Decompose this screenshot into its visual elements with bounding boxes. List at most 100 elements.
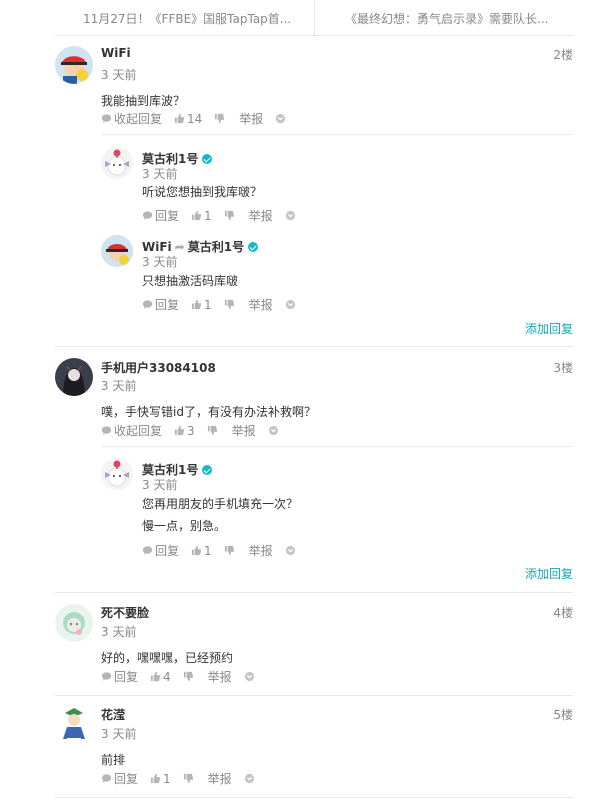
reply-label: 回复 <box>155 298 180 312</box>
like-count: 1 <box>163 771 171 786</box>
chevron-down-icon[interactable] <box>244 671 255 682</box>
bottom-divider <box>55 797 573 798</box>
username[interactable]: 手机用户33084108 <box>101 359 216 376</box>
dislike-button[interactable] <box>214 113 227 124</box>
like-count: 1 <box>204 208 212 223</box>
comment-icon <box>142 545 153 556</box>
chevron-down-icon[interactable] <box>275 113 286 124</box>
thumb-down-icon <box>224 545 235 556</box>
thumb-up-icon <box>174 113 185 124</box>
dislike-button[interactable] <box>224 210 237 221</box>
report-button[interactable]: 举报 <box>232 422 256 439</box>
dislike-button[interactable] <box>224 545 237 556</box>
prev-post-link[interactable]: 11月27日！《FFBE》国服TapTap首... <box>83 10 291 27</box>
floor-number: 3楼 <box>553 361 573 375</box>
thumb-up-icon <box>191 299 202 310</box>
avatar[interactable] <box>55 46 93 84</box>
comment-icon <box>142 299 153 310</box>
reply-button[interactable]: 回复 <box>142 542 179 559</box>
like-button[interactable]: 1 <box>191 298 212 312</box>
avatar[interactable] <box>55 705 93 743</box>
comment-floor-2: WiFi 3 天前 2楼 我能抽到库波？ 收起回复 14 举报 莫古利1号 3 … <box>0 46 615 346</box>
verified-icon <box>202 154 213 164</box>
like-button[interactable]: 4 <box>150 670 171 684</box>
add-reply-link[interactable]: 添加回复 <box>525 565 573 582</box>
chevron-down-icon[interactable] <box>244 773 255 784</box>
like-button[interactable]: 14 <box>174 112 202 126</box>
like-button[interactable]: 1 <box>150 772 171 786</box>
chevron-down-icon[interactable] <box>285 545 296 556</box>
comment-floor-4-body: 死不要脸 3 天前 4楼 好的，嘿嘿嘿，已经预约 回复 4 举报 <box>0 604 615 689</box>
timestamp: 3 天前 <box>101 68 137 82</box>
username[interactable]: WiFi <box>101 46 131 60</box>
report-button[interactable]: 举报 <box>249 542 273 559</box>
report-button[interactable]: 举报 <box>239 110 263 127</box>
next-post-link[interactable]: 《最终幻想：勇气启示录》需要队长... <box>345 10 548 27</box>
reply-text: 您再用朋友的手机填充一次？ <box>142 497 299 511</box>
reply-button[interactable]: 回复 <box>101 668 138 685</box>
avatar[interactable] <box>55 358 93 396</box>
verified-icon <box>248 242 259 252</box>
username[interactable]: 花滢 <box>101 706 125 723</box>
reply-button[interactable]: 回复 <box>101 770 138 787</box>
post-navigation: 11月27日！《FFBE》国服TapTap首... 《最终幻想：勇气启示录》需要… <box>55 0 573 36</box>
reply-to-username[interactable]: 莫古利1号 <box>188 240 244 254</box>
comment-text: 我能抽到库波？ <box>101 94 186 108</box>
floor-number: 4楼 <box>553 606 573 620</box>
chevron-down-icon[interactable] <box>285 210 296 221</box>
collapse-reply-button[interactable]: 收起回复 <box>101 422 162 439</box>
reply-avatar[interactable] <box>101 147 133 179</box>
report-button[interactable]: 举报 <box>208 770 232 787</box>
reply-actions: 回复 1 举报 <box>142 296 298 313</box>
reply-avatar[interactable] <box>101 458 133 490</box>
thumb-up-icon <box>191 545 202 556</box>
reply-label: 回复 <box>114 670 139 684</box>
reply-button[interactable]: 回复 <box>142 296 179 313</box>
dislike-button[interactable] <box>183 671 196 682</box>
reply-label: 回复 <box>114 772 139 786</box>
like-button[interactable]: 1 <box>191 209 212 223</box>
reply-username-text: 莫古利1号 <box>142 463 199 477</box>
like-button[interactable]: 3 <box>174 424 195 438</box>
floor-number: 2楼 <box>553 48 573 62</box>
comment-icon <box>142 210 153 221</box>
report-button[interactable]: 举报 <box>249 207 273 224</box>
report-button[interactable]: 举报 <box>249 296 273 313</box>
like-count: 1 <box>204 543 212 558</box>
dislike-button[interactable] <box>207 425 220 436</box>
comment-text: 好的，嘿嘿嘿，已经预约 <box>101 651 234 665</box>
comment-icon <box>101 773 112 784</box>
username[interactable]: 死不要脸 <box>101 604 149 621</box>
like-button[interactable]: 1 <box>191 544 212 558</box>
reply-timestamp: 3 天前 <box>142 255 178 269</box>
collapse-reply-label: 收起回复 <box>114 112 163 126</box>
avatar[interactable] <box>55 604 93 642</box>
like-count: 14 <box>187 111 203 126</box>
timestamp: 3 天前 <box>101 727 137 741</box>
collapse-reply-button[interactable]: 收起回复 <box>101 110 162 127</box>
chevron-down-icon[interactable] <box>268 425 279 436</box>
report-button[interactable]: 举报 <box>208 668 232 685</box>
thumb-up-icon <box>174 425 185 436</box>
reply-username-text: WiFi <box>142 240 172 254</box>
reply-button[interactable]: 回复 <box>142 207 179 224</box>
chevron-down-icon[interactable] <box>285 299 296 310</box>
dislike-button[interactable] <box>183 773 196 784</box>
reply-avatar[interactable] <box>101 235 133 267</box>
add-reply-link[interactable]: 添加回复 <box>525 320 573 337</box>
reply-label: 回复 <box>155 209 180 223</box>
thumb-down-icon <box>224 299 235 310</box>
comment-icon <box>101 425 112 436</box>
reply-text-line-2: 慢一点，别急。 <box>142 519 227 533</box>
collapse-reply-label: 收起回复 <box>114 424 163 438</box>
verified-icon <box>202 465 213 475</box>
comment-actions: 收起回复 3 举报 <box>101 422 281 439</box>
reply-timestamp: 3 天前 <box>142 478 178 492</box>
thumb-down-icon <box>183 671 194 682</box>
dislike-button[interactable] <box>224 299 237 310</box>
timestamp: 3 天前 <box>101 379 137 393</box>
timestamp: 3 天前 <box>101 625 137 639</box>
thumb-up-icon <box>150 773 161 784</box>
reply-text: 只想抽激活码库啵 <box>142 274 239 288</box>
reply-arrow-icon: ➦ <box>174 240 185 254</box>
